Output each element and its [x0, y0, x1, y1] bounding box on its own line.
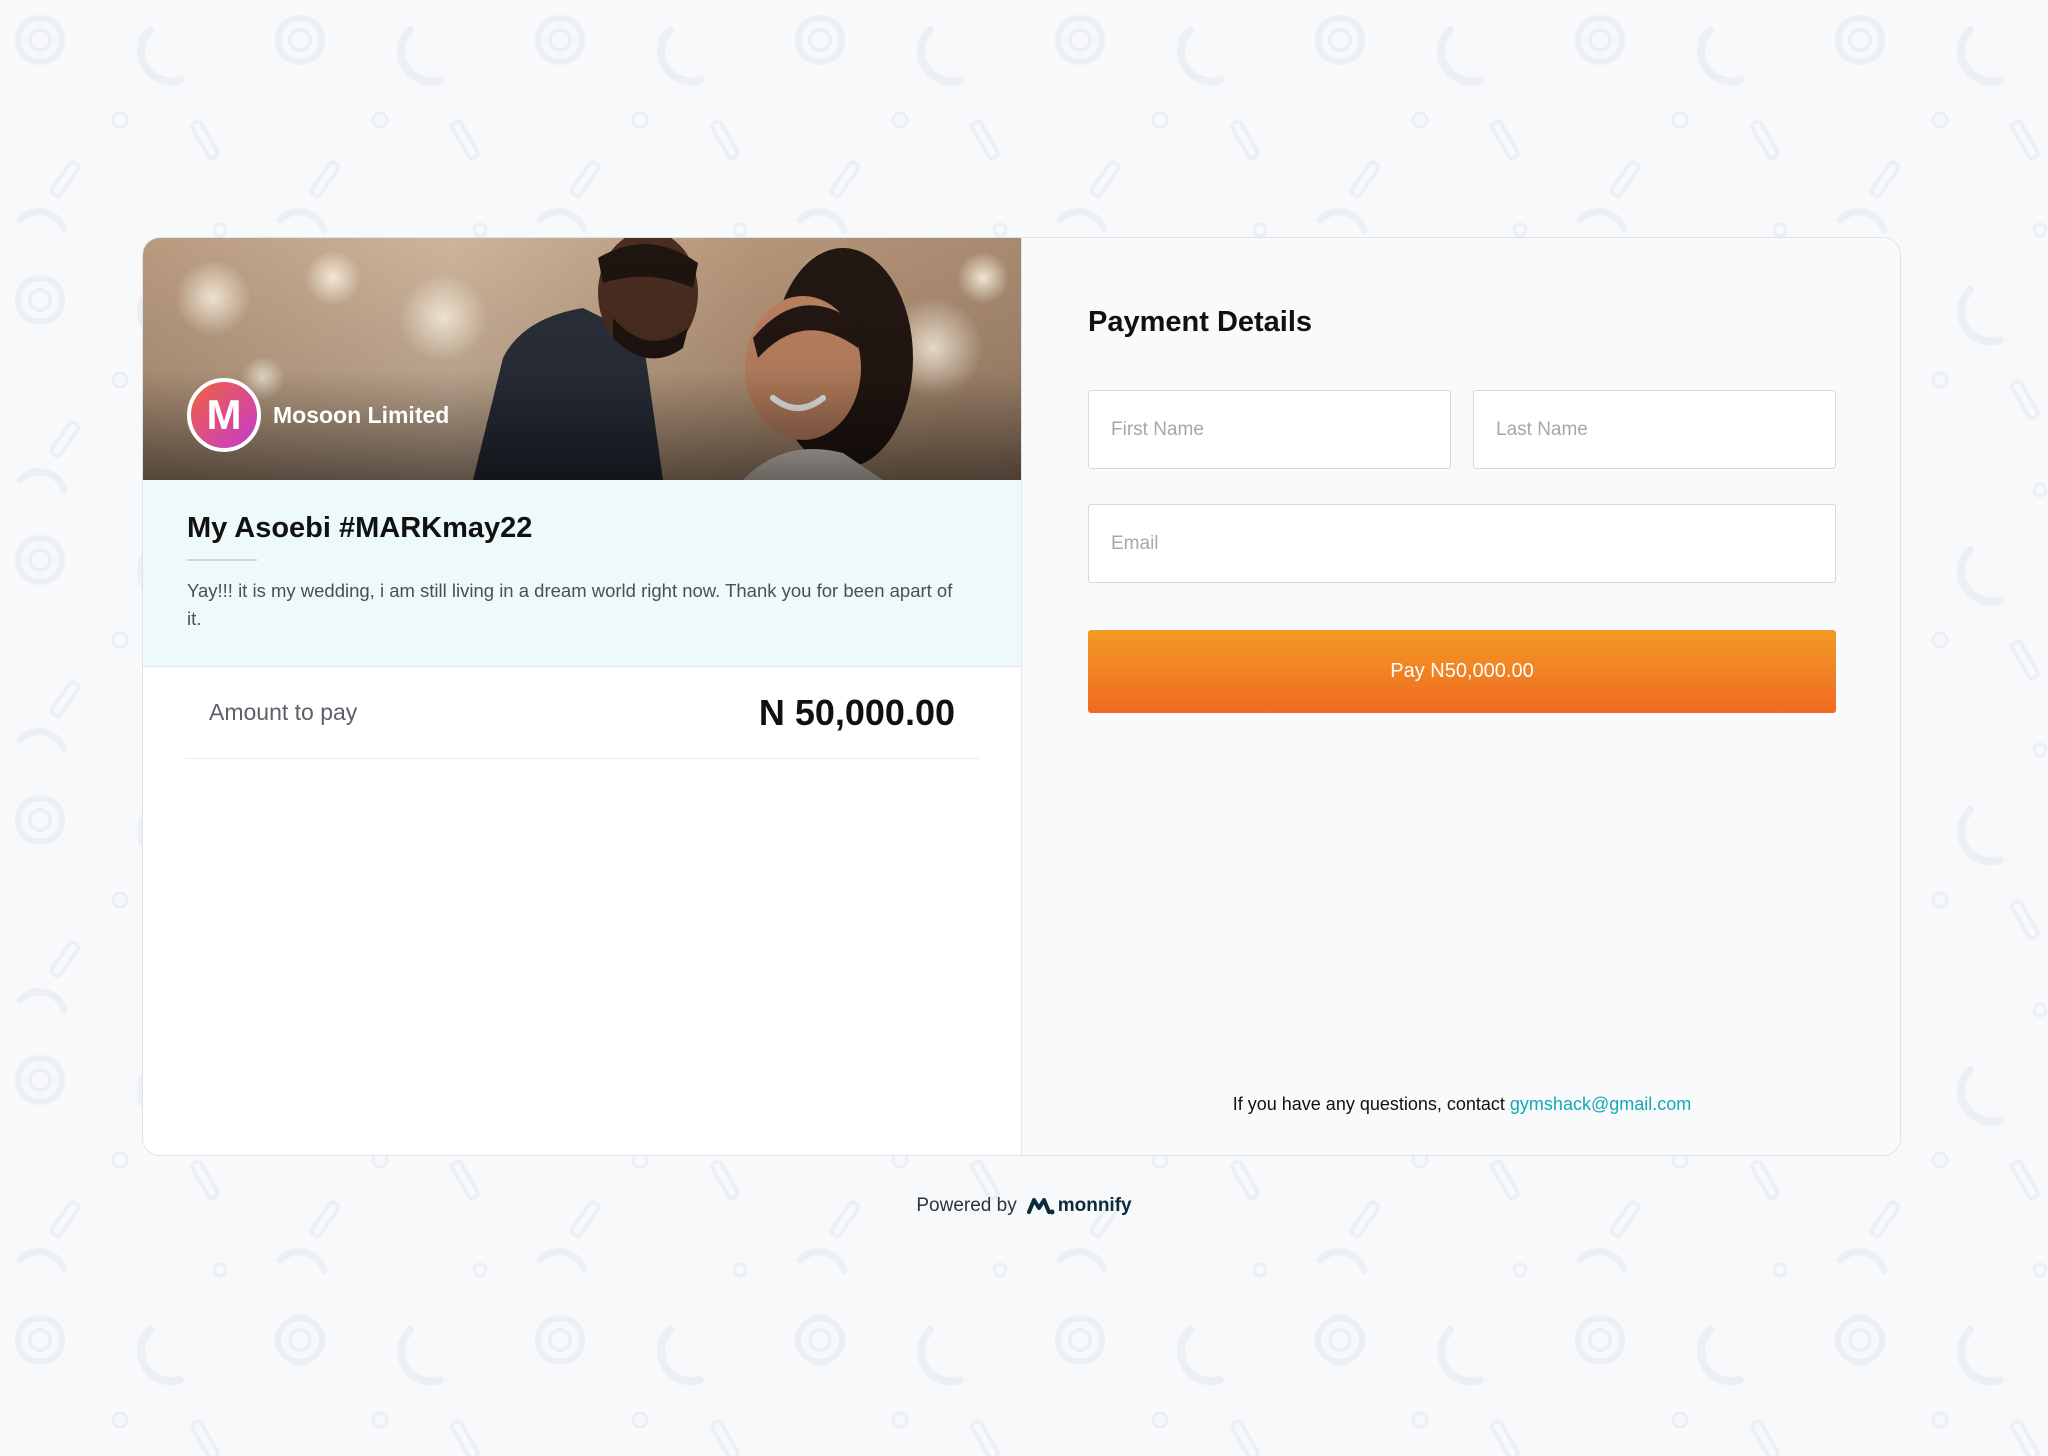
hero-banner: M Mosoon Limited [143, 238, 1021, 480]
email-input[interactable] [1088, 504, 1836, 583]
first-name-input[interactable] [1088, 390, 1451, 469]
title-divider [187, 559, 257, 561]
amount-value: N 50,000.00 [758, 691, 955, 733]
amount-row: Amount to pay N 50,000.00 [185, 667, 979, 759]
merchant-badge: M Mosoon Limited [187, 378, 449, 452]
event-details: My Asoebi #MARKmay22 Yay!!! it is my wed… [143, 480, 1021, 667]
amount-label: Amount to pay [209, 699, 358, 725]
monnify-logo[interactable]: monnify [1026, 1195, 1132, 1217]
powered-by-footer: Powered by monnify [0, 1195, 2048, 1217]
monnify-brand-text: monnify [1057, 1195, 1132, 1216]
payment-details-title: Payment Details [1088, 306, 1313, 338]
checkout-card: M Mosoon Limited My Asoebi #MARKmay22 Ya… [142, 237, 1901, 1156]
contact-email-link[interactable]: gymshack@gmail.com [1510, 1094, 1691, 1114]
merchant-avatar: M [187, 378, 261, 452]
merchant-name: Mosoon Limited [273, 401, 450, 428]
payment-panel: Payment Details Pay N50,000.00 If you ha… [1022, 238, 1900, 1155]
last-name-input[interactable] [1473, 390, 1836, 469]
powered-by-label: Powered by [916, 1195, 1017, 1216]
order-summary-panel: M Mosoon Limited My Asoebi #MARKmay22 Ya… [143, 238, 1022, 1155]
event-title: My Asoebi #MARKmay22 [187, 512, 533, 544]
pay-button[interactable]: Pay N50,000.00 [1088, 630, 1836, 713]
monnify-logo-icon [1026, 1198, 1055, 1215]
event-description: Yay!!! it is my wedding, i am still livi… [187, 580, 953, 629]
contact-text: If you have any questions, contact [1232, 1094, 1510, 1114]
contact-note: If you have any questions, contact gymsh… [1088, 1094, 1836, 1115]
